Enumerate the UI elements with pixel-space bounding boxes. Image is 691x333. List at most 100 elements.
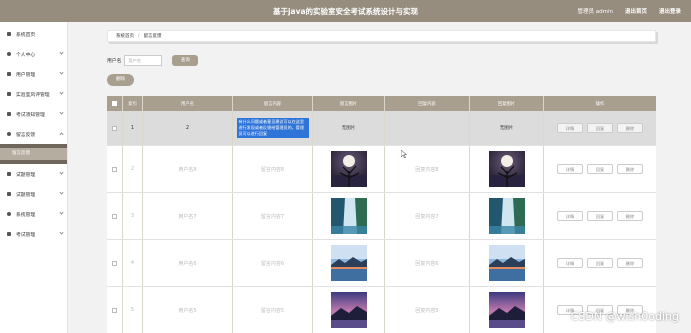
- search-bar: 用户名 用户名 查询: [107, 55, 199, 66]
- sidebar-item-label: 考试管理: [16, 232, 36, 238]
- breadcrumb-current: 留言反馈: [143, 34, 162, 39]
- search-button[interactable]: 查询: [172, 55, 199, 66]
- detail-button[interactable]: 详情: [557, 258, 583, 268]
- row-content-image: 无图片: [313, 111, 385, 145]
- row-actions: 详情 回复 删除: [544, 146, 656, 192]
- row-content: 留言内容8: [233, 146, 313, 192]
- reply-photo[interactable]: [488, 245, 525, 281]
- row-reply: 回复内容6: [385, 240, 470, 286]
- table-row: 4 用户名6 留言内容6 回复内容6 详情 回复 删除: [107, 240, 656, 287]
- feedback-photo[interactable]: [330, 245, 367, 281]
- select-all-checkbox-cell[interactable]: [107, 96, 123, 111]
- feedback-photo[interactable]: [330, 292, 367, 328]
- grid-icon: [6, 91, 12, 97]
- sidebar-item-questions-2[interactable]: 试题管理: [0, 184, 67, 204]
- reply-photo[interactable]: [488, 198, 525, 234]
- admin-label: 管理员 admin: [577, 9, 613, 15]
- reply-button[interactable]: 回复: [587, 123, 613, 133]
- row-username: 用户名8: [143, 146, 233, 192]
- sidebar: 系统首页 个人中心 用户管理 实验室风评管理 考试须知管理 留言反馈 留言反馈 …: [0, 22, 68, 333]
- sidebar-item-users[interactable]: 用户管理: [0, 64, 67, 84]
- list-icon: [6, 171, 12, 177]
- chevron-down-icon: [59, 210, 64, 215]
- sidebar-item-label: 留言反馈: [16, 132, 36, 138]
- breadcrumb-home[interactable]: 系统首页: [116, 33, 134, 39]
- sidebar-item-questions[interactable]: 试题管理: [0, 164, 67, 184]
- feedback-table: 索引 用户名 留言内容 留言图片 回复内容 回复图片 操作 1 2 有什么问题或…: [107, 96, 656, 333]
- message-icon: [6, 131, 12, 137]
- row-checkbox[interactable]: [112, 125, 117, 131]
- header-content-image: 留言图片: [313, 96, 385, 111]
- row-index: 4: [123, 240, 143, 286]
- delete-button[interactable]: 删除: [617, 164, 643, 174]
- user-icon: [6, 51, 12, 57]
- sidebar-subitem-feedback[interactable]: 留言反馈: [0, 148, 67, 160]
- row-content-image-cell: [313, 287, 385, 333]
- detail-button[interactable]: 详情: [557, 211, 583, 221]
- row-checkbox[interactable]: [112, 166, 117, 172]
- chevron-down-icon: [59, 190, 64, 195]
- row-checkbox[interactable]: [112, 307, 117, 313]
- home-link[interactable]: 退出首页: [625, 7, 647, 15]
- list-icon: [6, 191, 12, 197]
- row-actions: 详情 回复 删除: [544, 193, 656, 239]
- table-row: 1 2 有什么问题或者意见建议可以在这里进行发现或者反馈给管理员的，管理员可以进…: [107, 111, 656, 146]
- row-reply: 回复内容8: [385, 146, 470, 192]
- sidebar-item-system[interactable]: 系统管理: [0, 204, 67, 224]
- sidebar-item-profile[interactable]: 个人中心: [0, 44, 67, 64]
- row-reply: 回复内容5: [385, 287, 470, 333]
- detail-button[interactable]: 详情: [557, 164, 583, 174]
- row-checkbox[interactable]: [112, 260, 117, 266]
- detail-button[interactable]: 详情: [557, 123, 583, 133]
- row-actions: 详情 回复 删除: [544, 111, 656, 145]
- sidebar-item-exams[interactable]: 考试管理: [0, 224, 67, 244]
- table-row: 2 用户名8 留言内容8 回复内容8 详情 回复 删除: [107, 146, 656, 193]
- delete-button[interactable]: 删除: [617, 123, 643, 133]
- header-index: 索引: [123, 96, 143, 111]
- chevron-up-icon: [59, 132, 64, 137]
- row-checkbox-cell[interactable]: [107, 111, 123, 145]
- reply-button[interactable]: 回复: [587, 211, 613, 221]
- mouse-cursor-icon: [401, 150, 407, 158]
- sidebar-item-home[interactable]: 系统首页: [0, 24, 67, 44]
- row-checkbox[interactable]: [112, 213, 117, 219]
- row-content-image-cell: [313, 240, 385, 286]
- username-search-input[interactable]: 用户名: [124, 55, 163, 66]
- batch-delete-button[interactable]: 删除: [107, 74, 134, 86]
- row-username: 2: [143, 111, 233, 145]
- reply-photo[interactable]: [488, 292, 525, 328]
- select-all-checkbox[interactable]: [112, 101, 117, 106]
- exam-icon: [6, 231, 12, 237]
- row-checkbox-cell[interactable]: [107, 193, 123, 239]
- row-checkbox-cell[interactable]: [107, 287, 123, 333]
- sidebar-item-exam-notice[interactable]: 考试须知管理: [0, 104, 67, 124]
- sidebar-item-label: 实验室风评管理: [16, 92, 50, 98]
- logout-link[interactable]: 退出登录: [659, 7, 681, 15]
- reply-photo[interactable]: [488, 151, 525, 187]
- header-reply-image: 回复图片: [470, 96, 544, 111]
- sidebar-item-lab-risk[interactable]: 实验室风评管理: [0, 84, 67, 104]
- row-reply: 回复内容7: [385, 193, 470, 239]
- delete-button[interactable]: 删除: [617, 258, 643, 268]
- chevron-down-icon: [59, 110, 64, 115]
- feedback-photo[interactable]: [330, 198, 367, 234]
- sidebar-item-label: 试题管理: [16, 172, 36, 178]
- sidebar-item-feedback[interactable]: 留言反馈: [0, 124, 67, 144]
- chevron-down-icon: [59, 90, 64, 95]
- system-icon: [6, 211, 12, 217]
- reply-button[interactable]: 回复: [587, 258, 613, 268]
- row-content: 有什么问题或者意见建议可以在这里进行发现或者反馈给管理员的，管理员可以进行回复: [236, 118, 309, 138]
- row-reply-image-cell: [470, 146, 544, 192]
- reply-button[interactable]: 回复: [587, 164, 613, 174]
- chevron-down-icon: [59, 50, 64, 55]
- sidebar-item-label: 个人中心: [16, 52, 36, 58]
- row-checkbox-cell[interactable]: [107, 240, 123, 286]
- row-actions: 详情 回复 删除: [544, 240, 656, 286]
- row-checkbox-cell[interactable]: [107, 146, 123, 192]
- row-index: 3: [123, 193, 143, 239]
- table-header: 索引 用户名 留言内容 留言图片 回复内容 回复图片 操作: [107, 96, 656, 111]
- row-index: 1: [123, 111, 143, 145]
- feedback-photo[interactable]: [330, 151, 367, 187]
- watermark: CSDN @wish0oding: [570, 310, 679, 323]
- delete-button[interactable]: 删除: [617, 211, 643, 221]
